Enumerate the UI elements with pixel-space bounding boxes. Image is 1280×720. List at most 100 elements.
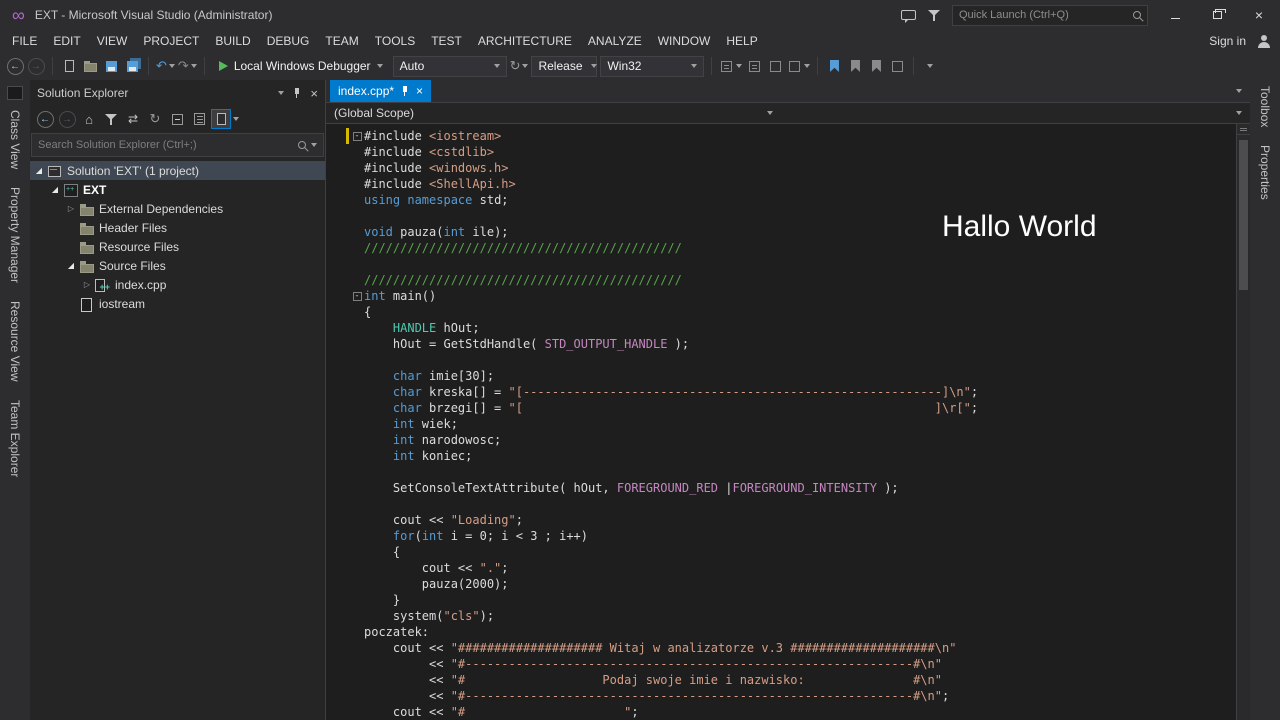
side-tab-toolbox[interactable]: Toolbox [1258,86,1272,127]
fold-collapse-icon[interactable]: - [350,288,364,304]
search-icon[interactable] [298,141,306,149]
home-icon[interactable] [79,109,99,129]
code-line[interactable]: hOut = GetStdHandle( STD_OUTPUT_HANDLE )… [326,336,1250,352]
code-line[interactable]: int narodowosc; [326,432,1250,448]
fold-collapse-icon[interactable]: - [350,128,364,144]
scope-dropdown[interactable]: (Global Scope) [326,103,781,123]
code-line[interactable]: ////////////////////////////////////////… [326,272,1250,288]
filter-icon[interactable] [101,109,121,129]
tree-item-resource-files[interactable]: Resource Files [30,237,325,256]
code-line[interactable]: cout << "# "; [326,704,1250,720]
tree-item-index-cpp[interactable]: ▷++index.cpp [30,275,325,294]
bookmark-previous-icon[interactable] [846,56,864,76]
chevron-down-icon[interactable] [736,64,742,68]
chevron-down-icon[interactable] [233,117,239,121]
tree-item-external-dependencies[interactable]: ▷External Dependencies [30,199,325,218]
side-tab-resource-view[interactable]: Resource View [8,301,22,381]
menu-build[interactable]: BUILD [207,32,258,50]
tree-item-iostream[interactable]: iostream [30,294,325,313]
vertical-scrollbar[interactable] [1236,124,1250,720]
menu-architecture[interactable]: ARCHITECTURE [470,32,580,50]
collapsed-arrow-icon[interactable]: ▷ [80,280,94,289]
code-line[interactable] [326,464,1250,480]
window-position-chevron-icon[interactable] [278,91,284,95]
back-icon[interactable] [37,111,54,128]
code-line[interactable]: void pauza(int ile); [326,224,1250,240]
sign-in-link[interactable]: Sign in [1209,34,1246,48]
tab-index-cpp[interactable]: index.cpp* [330,80,431,102]
bookmark-toggle-icon[interactable] [825,56,843,76]
tool-window-icon[interactable] [7,86,23,100]
close-button[interactable] [1244,4,1274,26]
quick-launch-input[interactable] [959,9,1129,21]
search-icon[interactable] [1133,11,1141,19]
side-tab-team-explorer[interactable]: Team Explorer [8,400,22,477]
code-line[interactable] [326,496,1250,512]
chevron-down-icon[interactable] [804,64,810,68]
code-line[interactable]: char imie[30]; [326,368,1250,384]
tree-item-header-files[interactable]: Header Files [30,218,325,237]
side-tab-properties[interactable]: Properties [1258,145,1272,200]
chevron-down-icon[interactable] [522,64,528,68]
refresh-icon[interactable] [145,109,165,129]
close-tab-icon[interactable] [416,84,423,98]
code-line[interactable]: int wiek; [326,416,1250,432]
chevron-down-icon[interactable] [169,64,175,68]
sync-with-active-document-icon[interactable] [123,109,143,129]
code-line[interactable]: char brzegi[] = "[ ]\r["; [326,400,1250,416]
code-line[interactable]: -#include <iostream> [326,128,1250,144]
scrollbar-thumb[interactable] [1239,140,1248,290]
redo-button[interactable] [178,56,197,76]
code-line[interactable]: cout << "."; [326,560,1250,576]
member-dropdown[interactable] [781,103,1250,123]
feedback-icon[interactable] [901,10,916,20]
indent-decrease-icon[interactable] [719,56,742,76]
expanded-arrow-icon[interactable]: ◢ [32,166,46,175]
menu-file[interactable]: FILE [4,32,45,50]
quick-launch[interactable] [952,5,1148,26]
comment-icon[interactable] [766,56,784,76]
tree-item-ext[interactable]: ◢EXT [30,180,325,199]
restore-button[interactable] [1202,4,1232,26]
tree-item-solution-ext-1-project[interactable]: ◢Solution 'EXT' (1 project) [30,161,325,180]
solution-search[interactable] [31,133,324,157]
pin-icon[interactable] [292,88,302,99]
code-line[interactable]: #include <cstdlib> [326,144,1250,160]
bookmark-next-icon[interactable] [867,56,885,76]
code-line[interactable]: -int main() [326,288,1250,304]
code-line[interactable]: for(int i = 0; i < 3 ; i++) [326,528,1250,544]
preview-selected-items-icon[interactable] [211,109,231,129]
toolbar-options-chevron[interactable] [921,56,939,76]
minimize-button[interactable] [1160,4,1190,26]
code-line[interactable]: pauza(2000); [326,576,1250,592]
save-icon[interactable] [102,56,120,76]
side-tab-class-view[interactable]: Class View [8,110,22,169]
open-file-icon[interactable] [81,56,99,76]
auto-combo[interactable]: Auto [393,56,507,77]
notifications-icon[interactable] [928,9,940,22]
code-line[interactable]: } [326,592,1250,608]
solution-search-input[interactable] [38,139,293,151]
refresh-button[interactable] [510,56,529,76]
show-all-files-icon[interactable] [189,109,209,129]
code-line[interactable]: << "#-----------------------------------… [326,656,1250,672]
code-line[interactable]: ////////////////////////////////////////… [326,240,1250,256]
code-line[interactable]: char kreska[] = "[----------------------… [326,384,1250,400]
code-line[interactable]: system("cls"); [326,608,1250,624]
code-line[interactable]: SetConsoleTextAttribute( hOut, FOREGROUN… [326,480,1250,496]
collapsed-arrow-icon[interactable]: ▷ [64,204,78,213]
forward-icon[interactable] [59,111,76,128]
solution-explorer-header[interactable]: Solution Explorer [30,80,325,106]
code-line[interactable]: cout << "Loading"; [326,512,1250,528]
code-line[interactable] [326,256,1250,272]
code-line[interactable]: #include <windows.h> [326,160,1250,176]
start-debug-button[interactable]: Local Windows Debugger [212,55,390,77]
uncomment-icon[interactable] [787,56,810,76]
code-line[interactable]: using namespace std; [326,192,1250,208]
new-file-icon[interactable] [60,56,78,76]
indent-increase-icon[interactable] [745,56,763,76]
menu-tools[interactable]: TOOLS [367,32,423,50]
code-editor[interactable]: -#include <iostream>#include <cstdlib>#i… [326,124,1250,720]
undo-button[interactable] [156,56,175,76]
collapse-all-icon[interactable] [167,109,187,129]
